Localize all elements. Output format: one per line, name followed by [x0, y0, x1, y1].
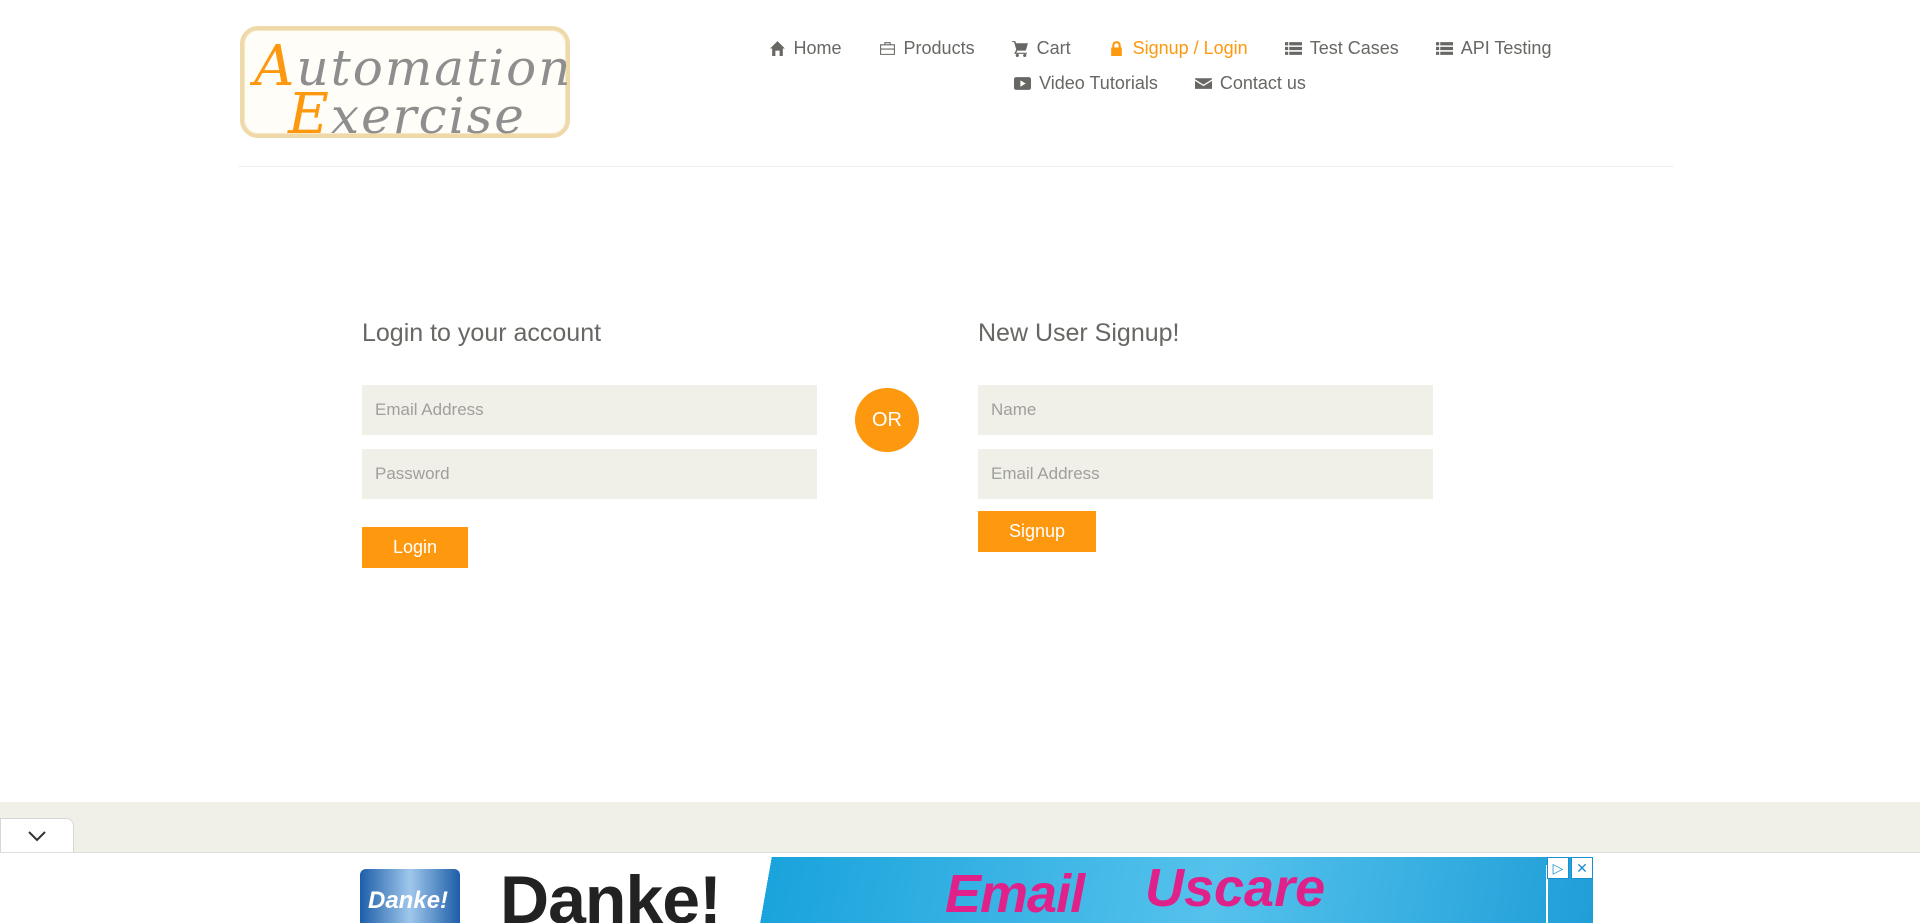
briefcase-icon — [879, 42, 895, 55]
site-logo[interactable]: Automation Exercise — [240, 26, 570, 147]
nav-cart[interactable]: Cart — [1011, 38, 1071, 59]
home-icon — [769, 41, 785, 56]
nav-contact-us-label: Contact us — [1219, 73, 1306, 93]
nav-signup-login-label: Signup / Login — [1132, 38, 1248, 58]
ad-slogan: Email — [945, 864, 1085, 923]
ad-info-icon[interactable]: ▷ — [1547, 857, 1569, 879]
chevron-down-icon — [28, 831, 46, 842]
envelope-icon — [1194, 78, 1212, 89]
header-divider — [238, 166, 1674, 167]
ad-collapse-toggle[interactable] — [0, 818, 74, 853]
nav-products-label: Products — [903, 38, 975, 58]
ad-controls: ▷ ✕ — [1547, 857, 1593, 879]
nav-video-tutorials[interactable]: Video Tutorials — [1014, 73, 1158, 94]
ad-product-image: Danke! — [360, 869, 460, 923]
nav-contact-us[interactable]: Contact us — [1194, 73, 1306, 94]
or-badge: OR — [855, 388, 919, 452]
main-nav: Home Products Cart Signup / Login Test C… — [740, 38, 1580, 108]
nav-test-cases-label: Test Cases — [1309, 38, 1399, 58]
nav-home-label: Home — [793, 38, 842, 58]
nav-test-cases[interactable]: Test Cases — [1284, 38, 1399, 59]
nav-home[interactable]: Home — [769, 38, 842, 59]
nav-api-testing-label: API Testing — [1460, 38, 1552, 58]
ad-headline: Danke! — [500, 862, 722, 923]
lock-icon — [1110, 41, 1122, 56]
signup-button[interactable]: Signup — [978, 511, 1096, 552]
advertisement-banner[interactable]: Danke! Danke! Email Uscare ▷ ✕ — [325, 857, 1593, 923]
nav-products[interactable]: Products — [879, 38, 975, 59]
nav-signup-login[interactable]: Signup / Login — [1108, 38, 1248, 59]
youtube-play-icon — [1014, 77, 1032, 90]
ad-product-label: Danke! — [368, 887, 449, 914]
login-title: Login to your account — [362, 319, 602, 347]
login-email-input[interactable] — [362, 385, 817, 435]
signup-name-input[interactable] — [978, 385, 1433, 435]
nav-row-1: Home Products Cart Signup / Login Test C… — [740, 38, 1580, 59]
nav-row-2: Video Tutorials Contact us — [740, 73, 1580, 94]
login-password-input[interactable] — [362, 449, 817, 499]
logo-line-2: Exercise — [288, 82, 526, 147]
nav-api-testing[interactable]: API Testing — [1435, 38, 1552, 59]
nav-cart-label: Cart — [1036, 38, 1071, 58]
signup-title: New User Signup! — [978, 319, 1180, 347]
list-icon — [1284, 42, 1302, 55]
nav-video-tutorials-label: Video Tutorials — [1039, 73, 1158, 93]
list-icon — [1435, 42, 1453, 55]
ad-close-icon[interactable]: ✕ — [1571, 857, 1593, 879]
signup-email-input[interactable] — [978, 449, 1433, 499]
cart-icon — [1011, 41, 1028, 57]
login-button[interactable]: Login — [362, 527, 468, 568]
ad-slogan-2: Uscare — [1145, 858, 1326, 918]
